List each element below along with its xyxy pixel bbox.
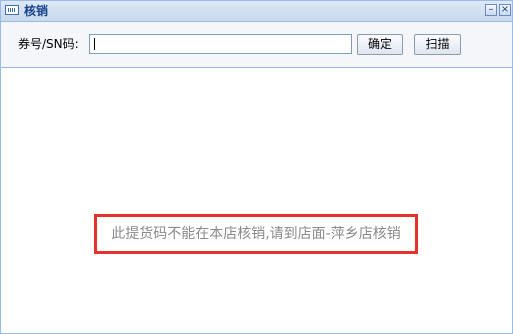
verification-window: 核销 – × 券号/SN码: 确定 扫描 此提货码不能在本店核销,请到店面-萍乡… [0,0,513,334]
toolbar: 券号/SN码: 确定 扫描 [1,22,512,68]
window-titlebar: 核销 – × [1,1,512,22]
minimize-button[interactable]: – [485,4,497,16]
confirm-button[interactable]: 确定 [357,34,403,55]
code-label: 券号/SN码: [18,37,79,51]
content-area: 此提货码不能在本店核销,请到店面-萍乡店核销 [1,68,512,333]
text-caret [94,38,95,50]
window-title: 核销 [24,4,49,18]
close-button[interactable]: × [499,4,511,16]
ticket-icon [5,5,19,15]
error-message: 此提货码不能在本店核销,请到店面-萍乡店核销 [94,214,418,254]
code-input[interactable] [89,34,352,54]
scan-button[interactable]: 扫描 [414,34,461,55]
